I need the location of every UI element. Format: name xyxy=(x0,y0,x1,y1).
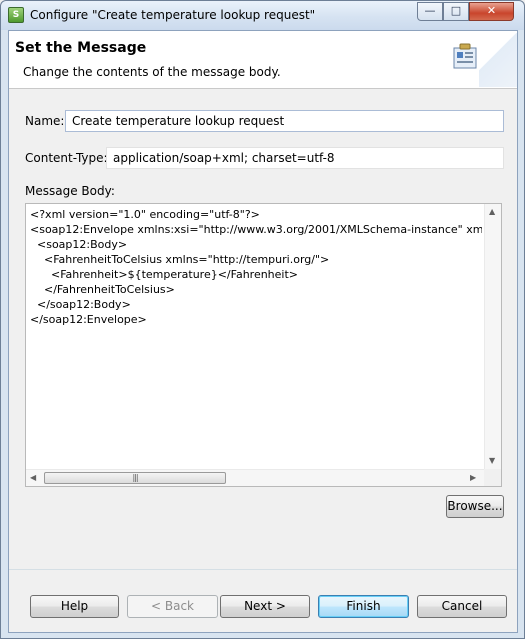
code-line: <?xml version="1.0" encoding="utf-8"?> xyxy=(30,208,260,221)
app-icon: S xyxy=(8,7,24,23)
scroll-right-icon[interactable]: ▶ xyxy=(470,473,476,483)
code-line: </FahrenheitToCelsius> xyxy=(30,283,175,296)
maximize-icon: □ xyxy=(450,4,462,17)
dialog-client-area: Set the Message Change the contents of t… xyxy=(8,30,518,633)
content-type-field[interactable]: application/soap+xml; charset=utf-8 xyxy=(106,147,504,169)
message-body-text[interactable]: <?xml version="1.0" encoding="utf-8"?> <s… xyxy=(30,207,482,469)
close-button[interactable]: ✕ xyxy=(469,2,514,21)
code-line: <FahrenheitToCelsius xmlns="http://tempu… xyxy=(30,253,330,266)
page-description: Change the contents of the message body. xyxy=(23,65,281,79)
dialog-window: S Configure "Create temperature lookup r… xyxy=(0,0,525,639)
close-icon: ✕ xyxy=(486,4,497,17)
scroll-corner xyxy=(484,469,501,486)
message-body-editor[interactable]: <?xml version="1.0" encoding="utf-8"?> <s… xyxy=(25,203,502,487)
horizontal-scrollbar[interactable]: ◀ ||| ▶ xyxy=(26,469,484,486)
minimize-button[interactable]: — xyxy=(417,2,443,21)
minimize-icon: — xyxy=(424,4,436,17)
window-title: Configure "Create temperature lookup req… xyxy=(30,8,316,22)
page-title: Set the Message xyxy=(15,40,147,56)
cancel-button[interactable]: Cancel xyxy=(417,595,507,618)
code-line: <Fahrenheit>${temperature}</Fahrenheit> xyxy=(30,268,299,281)
scroll-left-icon[interactable]: ◀ xyxy=(30,473,36,483)
message-wizard-icon xyxy=(453,43,477,69)
title-bar[interactable]: S Configure "Create temperature lookup r… xyxy=(1,1,524,30)
maximize-button[interactable]: □ xyxy=(443,2,469,21)
wizard-header: Set the Message Change the contents of t… xyxy=(9,31,517,89)
scroll-up-icon[interactable]: ▲ xyxy=(489,207,495,217)
next-button[interactable]: Next > xyxy=(220,595,310,618)
code-line: </soap12:Body> xyxy=(30,298,131,311)
vertical-scrollbar[interactable]: ▲ ▼ xyxy=(484,204,501,470)
code-line: <soap12:Body> xyxy=(30,238,128,251)
content-type-label: Content-Type: xyxy=(25,151,108,165)
browse-button[interactable]: Browse... xyxy=(446,495,504,518)
back-button[interactable]: < Back xyxy=(127,595,218,618)
code-line: </soap12:Envelope> xyxy=(30,313,147,326)
header-decoration xyxy=(479,33,517,87)
message-body-label: Message Body: xyxy=(25,184,115,198)
finish-button[interactable]: Finish xyxy=(318,595,409,618)
code-line: <soap12:Envelope xmlns:xsi="http://www.w… xyxy=(30,223,482,236)
button-separator xyxy=(9,569,517,570)
scroll-down-icon[interactable]: ▼ xyxy=(489,456,495,466)
name-field[interactable]: Create temperature lookup request xyxy=(65,110,504,132)
help-button[interactable]: Help xyxy=(30,595,119,618)
horizontal-scroll-thumb[interactable]: ||| xyxy=(44,472,226,484)
name-label: Name: xyxy=(25,114,65,128)
